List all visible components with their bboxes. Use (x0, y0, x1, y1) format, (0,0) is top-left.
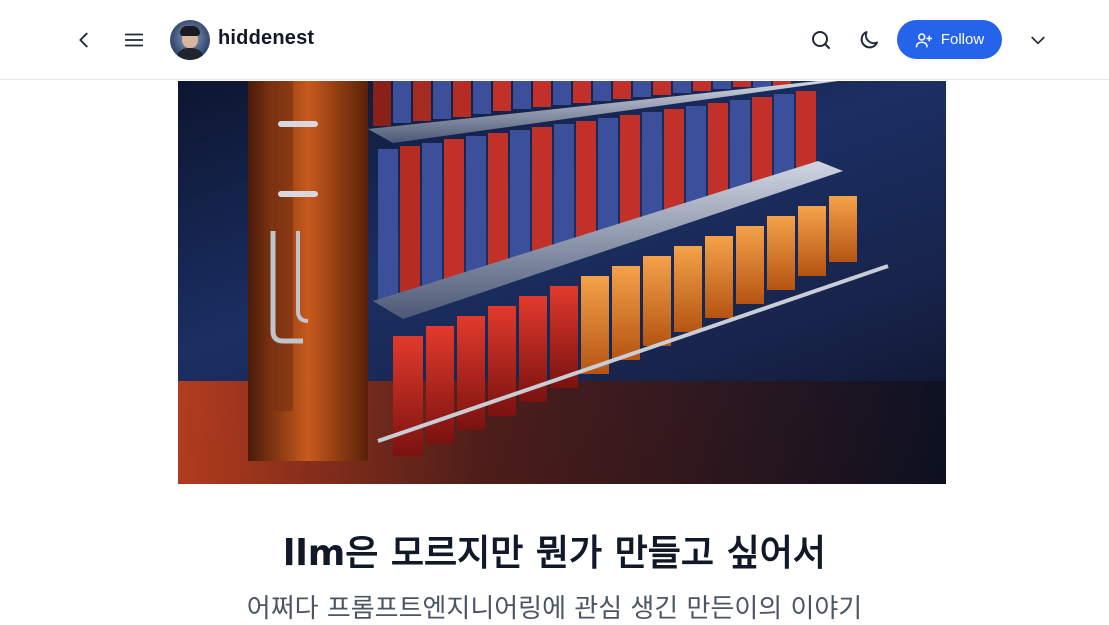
top-navigation-bar: hiddenest Follow (0, 0, 1109, 80)
menu-button[interactable] (114, 20, 154, 60)
bookshelf-illustration (178, 81, 946, 484)
post-subtitle: 어쩌다 프롬프트엔지니어링에 관심 생긴 만든이의 이야기 (246, 594, 863, 624)
cover-image (178, 81, 946, 484)
back-button[interactable] (64, 20, 104, 60)
theme-toggle-button[interactable] (849, 20, 889, 60)
post-title: llm은 모르지만 뭔가 만들고 싶어서 (283, 533, 826, 574)
user-plus-icon (915, 32, 933, 47)
moon-icon (860, 31, 878, 49)
follow-label: Follow (940, 31, 985, 48)
blog-name[interactable]: hiddenest (218, 27, 314, 50)
search-button[interactable] (801, 20, 841, 60)
search-icon (812, 31, 830, 49)
hamburger-menu-icon (124, 33, 144, 47)
avatar[interactable] (170, 20, 210, 60)
more-options-button[interactable] (1018, 20, 1058, 60)
chevron-left-icon (79, 32, 88, 48)
follow-button[interactable]: Follow (897, 20, 1002, 59)
chevron-down-icon (1031, 36, 1045, 45)
